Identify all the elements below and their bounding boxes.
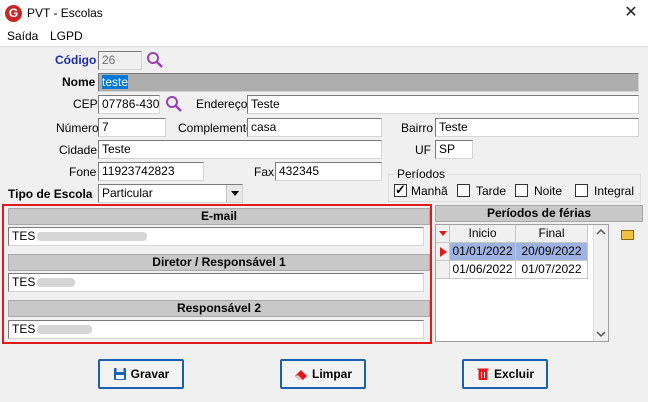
search-cep-icon[interactable] — [165, 95, 183, 113]
cep-label: CEP — [73, 97, 98, 111]
table-row-2-inicio[interactable]: 01/06/2022 — [450, 261, 516, 279]
checkbox-integral[interactable] — [575, 184, 588, 197]
cidade-field[interactable]: Teste — [98, 140, 382, 159]
chevron-down-icon[interactable] — [226, 185, 242, 202]
trash-icon — [477, 368, 489, 380]
checkbox-manha[interactable] — [394, 182, 407, 198]
periodos-title: Períodos — [395, 167, 448, 181]
excluir-label: Excluir — [493, 367, 535, 381]
complemento-field[interactable]: casa — [247, 118, 382, 137]
uf-field[interactable]: SP — [435, 140, 473, 159]
menu-bar: Saída LGPD — [0, 28, 648, 46]
current-row-icon — [440, 247, 447, 257]
search-codigo-icon[interactable] — [146, 51, 164, 69]
fax-label: Fax — [254, 165, 275, 179]
bairro-field[interactable]: Teste — [435, 118, 639, 137]
ferias-grid[interactable]: Inicio Final 01/01/2022 20/09/2022 01/06… — [435, 224, 609, 342]
nome-field[interactable]: teste — [98, 73, 639, 92]
diretor-header: Diretor / Responsável 1 — [8, 254, 430, 271]
limpar-label: Limpar — [311, 367, 352, 381]
nome-value: teste — [102, 75, 129, 89]
checkbox-noite[interactable] — [515, 184, 528, 197]
numero-label: Número — [56, 121, 99, 135]
table-row-1-inicio[interactable]: 01/01/2022 — [450, 243, 516, 261]
redacted-diretor — [37, 278, 76, 288]
table-row-1-final[interactable]: 20/09/2022 — [516, 243, 588, 261]
fone-label: Fone — [69, 165, 97, 179]
bairro-label: Bairro — [401, 121, 434, 135]
integral-label: Integral — [594, 184, 635, 198]
email-header: E-mail — [8, 208, 430, 225]
scroll-up-icon[interactable] — [594, 226, 608, 238]
fax-field[interactable]: 432345 — [275, 162, 382, 181]
noite-label: Noite — [534, 184, 563, 198]
cep-field[interactable]: 07786-430 — [98, 95, 160, 114]
tipo-escola-value: Particular — [102, 186, 153, 200]
responsavel2-field[interactable]: TES — [8, 320, 424, 339]
app-logo-icon: G — [5, 5, 22, 22]
table-row-2-final[interactable]: 01/07/2022 — [516, 261, 588, 279]
complemento-label: Complemento — [178, 121, 253, 135]
uf-label: UF — [415, 143, 431, 157]
diretor-field[interactable]: TES — [8, 273, 424, 292]
save-icon — [113, 368, 126, 380]
row-indicator — [436, 243, 450, 261]
close-icon[interactable]: ✕ — [619, 2, 643, 24]
menu-saida[interactable]: Saída — [7, 29, 38, 43]
ferias-header: Períodos de férias — [435, 205, 643, 222]
cidade-label: Cidade — [59, 143, 98, 157]
fone-field[interactable]: 11923742823 — [98, 162, 204, 181]
checkbox-tarde[interactable] — [457, 184, 470, 197]
col-inicio[interactable]: Inicio — [450, 225, 516, 243]
row-indicator-2 — [436, 261, 450, 279]
gravar-button[interactable]: Gravar — [98, 359, 184, 389]
email-field[interactable]: TES — [8, 227, 424, 246]
tarde-label: Tarde — [476, 184, 507, 198]
manha-label: Manhã — [411, 184, 448, 198]
menu-lgpd[interactable]: LGPD — [50, 29, 83, 43]
sort-down-icon[interactable] — [437, 228, 449, 240]
redacted-responsavel2 — [37, 325, 93, 335]
scroll-down-icon[interactable] — [594, 328, 608, 340]
contacts-highlight: E-mail TES Diretor / Responsável 1 TES R… — [2, 204, 432, 344]
codigo-field[interactable]: 26 — [98, 51, 142, 70]
responsavel2-value: TES — [12, 322, 36, 336]
gravar-label: Gravar — [130, 367, 170, 381]
eraser-icon — [294, 370, 307, 380]
numero-field[interactable]: 7 — [98, 118, 166, 137]
limpar-button[interactable]: Limpar — [280, 359, 366, 389]
endereco-field[interactable]: Teste — [247, 95, 639, 114]
codigo-label: Código — [55, 53, 97, 67]
nome-label: Nome — [62, 75, 96, 89]
endereco-label: Endereço — [196, 97, 248, 111]
tipo-escola-label: Tipo de Escola — [8, 187, 93, 201]
grid-corner — [436, 225, 450, 243]
email-value: TES — [12, 229, 36, 243]
col-final[interactable]: Final — [516, 225, 588, 243]
responsavel2-header: Responsável 2 — [8, 300, 430, 317]
ferias-scrollbar[interactable] — [593, 225, 608, 341]
tipo-escola-select[interactable]: Particular — [98, 184, 243, 203]
excluir-button[interactable]: Excluir — [462, 359, 548, 389]
window-title: PVT - Escolas — [27, 6, 103, 20]
title-bar: G PVT - Escolas ✕ — [0, 0, 648, 28]
redacted-email — [37, 232, 148, 242]
diretor-value: TES — [12, 275, 36, 289]
open-folder-icon[interactable] — [621, 230, 634, 240]
